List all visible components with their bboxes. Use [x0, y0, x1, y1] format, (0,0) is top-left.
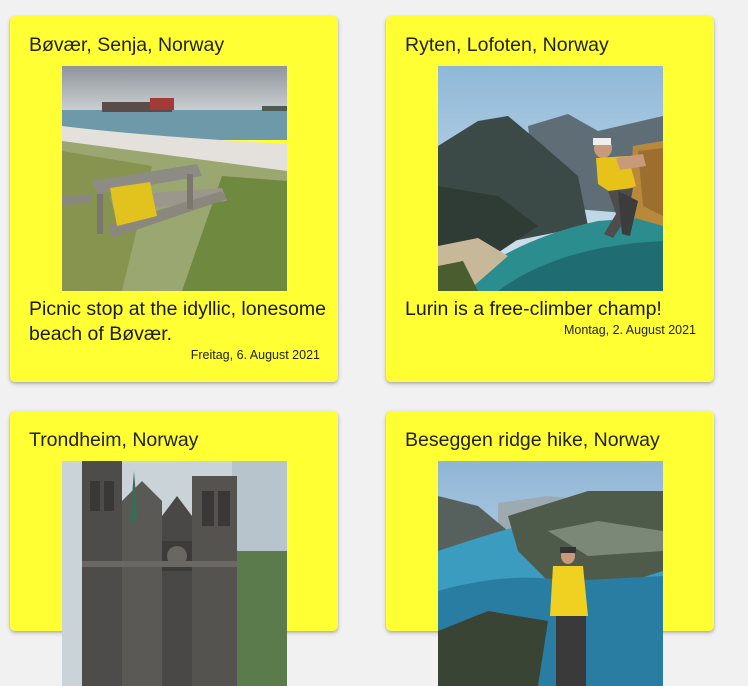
cathedral-photo — [62, 461, 287, 686]
post-card[interactable]: Ryten, Lofoten, Norway Lurin is a free-c… — [386, 16, 714, 382]
card-caption: Lurin is a free-climber champ! — [405, 298, 662, 320]
post-card[interactable]: Bøvær, Senja, Norway Picnic stop at the … — [10, 16, 338, 382]
card-title: Trondheim, Norway — [29, 429, 199, 451]
post-card[interactable]: Beseggen ridge hike, Norway — [386, 411, 714, 686]
card-date: Freitag, 6. August 2021 — [190, 348, 320, 362]
post-card[interactable]: Trondheim, Norway — [10, 411, 338, 686]
beach-picnic-table-photo — [62, 66, 287, 291]
card-photo[interactable] — [438, 461, 663, 686]
card-photo[interactable] — [62, 66, 287, 291]
ridge-lake-hiker-photo — [438, 461, 663, 686]
card-title: Ryten, Lofoten, Norway — [405, 34, 609, 56]
card-caption: Picnic stop at the idyllic, lonesome bea… — [29, 298, 326, 345]
mountain-climber-photo — [438, 66, 663, 291]
card-title: Beseggen ridge hike, Norway — [405, 429, 660, 451]
card-photo[interactable] — [62, 461, 287, 686]
card-title: Bøvær, Senja, Norway — [29, 34, 225, 56]
card-date: Montag, 2. August 2021 — [563, 323, 696, 337]
card-photo[interactable] — [438, 66, 663, 291]
